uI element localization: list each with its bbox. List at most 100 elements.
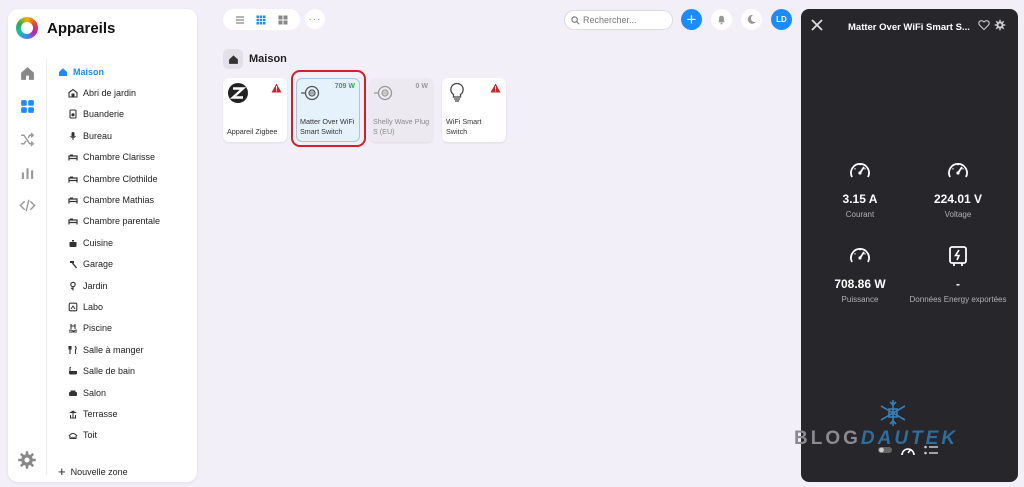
flower-icon: [68, 281, 78, 291]
user-avatar[interactable]: LD: [771, 9, 792, 30]
dark-mode-button[interactable]: [741, 9, 762, 30]
zone-label: Toit: [83, 430, 98, 441]
bed-icon: [68, 152, 78, 162]
settings-gear-icon[interactable]: [994, 19, 1006, 31]
search-icon: [571, 15, 580, 24]
brand: Appareils: [16, 17, 115, 39]
view-mode-toggle: [223, 9, 300, 30]
metric-value: 224.01 V: [933, 192, 983, 206]
warning-icon: [271, 83, 282, 93]
list-tab-icon[interactable]: [923, 443, 939, 457]
device-card-appareil-zigbee[interactable]: Appareil Zigbee: [223, 78, 287, 142]
settings-gear-icon[interactable]: [17, 450, 37, 470]
metric-courant: 3.15 A Courant: [810, 159, 910, 220]
device-name: WiFi Smart Switch: [446, 117, 482, 136]
zone-label: Chambre Mathias: [83, 195, 155, 206]
zone-item-chambre-mathias[interactable]: Chambre Mathias: [58, 189, 160, 210]
code-icon[interactable]: [8, 189, 46, 221]
add-zone-button[interactable]: + Nouvelle zone: [58, 465, 128, 478]
flows-shuffle-icon[interactable]: [8, 123, 46, 155]
add-device-button[interactable]: +: [681, 9, 702, 30]
panel-bottom-tabs: [877, 443, 946, 457]
zone-item-salon[interactable]: Salon: [58, 382, 160, 403]
shed-icon: [68, 88, 78, 98]
roof-icon: [68, 430, 78, 440]
pot-icon: [68, 238, 78, 248]
home-icon: [223, 49, 243, 69]
gauge-tab-icon[interactable]: [900, 443, 916, 457]
metric-label: Puissance: [841, 295, 879, 304]
snowflake-watermark-icon: [880, 400, 906, 426]
small-grid-view-icon[interactable]: [256, 15, 266, 25]
zone-item-chambre-clothilde[interactable]: Chambre Clothilde: [58, 168, 160, 189]
device-card-wifi-smart-switch[interactable]: WiFi Smart Switch: [442, 78, 506, 142]
bell-icon: [718, 15, 725, 25]
zone-label: Buanderie: [83, 109, 125, 120]
device-name: Shelly Wave Plug S (EU): [373, 117, 430, 136]
hammer-icon: [68, 259, 78, 269]
zone-item-cuisine[interactable]: Cuisine: [58, 232, 160, 253]
nav-rail: [8, 57, 46, 222]
zone-item-chambre-parentale[interactable]: Chambre parentale: [58, 211, 160, 232]
devices-grid-icon[interactable]: [8, 90, 46, 122]
zone-label: Chambre Clothilde: [83, 173, 158, 184]
zigbee-icon: [227, 82, 249, 104]
bed-icon: [68, 195, 78, 205]
metric-puissance: 708.86 W Puissance: [810, 244, 910, 305]
panel-title: Matter Over WiFi Smart S...: [848, 22, 970, 33]
more-options-button[interactable]: ···: [305, 9, 325, 29]
terrace-icon: [68, 409, 78, 419]
large-grid-view-icon[interactable]: [278, 15, 288, 25]
zone-label: Terrasse: [83, 408, 118, 419]
app-title: Appareils: [47, 19, 116, 37]
zone-item-abri-de-jardin[interactable]: Abri de jardin: [58, 82, 160, 103]
zone-item-piscine[interactable]: Piscine: [58, 318, 160, 339]
search-input[interactable]: [583, 15, 668, 25]
ellipsis-icon: ···: [308, 13, 322, 25]
cutlery-icon: [68, 345, 78, 355]
metric-voltage: 224.01 V Voltage: [908, 159, 1008, 220]
zone-label: Bureau: [83, 130, 113, 141]
zone-item-salle-de-bain[interactable]: Salle de bain: [58, 360, 160, 381]
zone-item-chambre-clarisse[interactable]: Chambre Clarisse: [58, 147, 160, 168]
home-icon[interactable]: [8, 57, 46, 89]
washer-icon: [68, 109, 78, 120]
zone-item-labo[interactable]: Labo: [58, 296, 160, 317]
metric-value: 708.86 W: [834, 277, 886, 291]
insights-chart-icon[interactable]: [8, 156, 46, 188]
zone-label: Salon: [83, 387, 107, 398]
notifications-button[interactable]: [711, 9, 732, 30]
home-icon: [58, 67, 68, 77]
metric-label: Voltage: [944, 210, 972, 219]
gauge-icon: [850, 163, 870, 178]
zone-item-toit[interactable]: Toit: [58, 425, 160, 446]
metric-value: 3.15 A: [842, 192, 878, 206]
zone-item-terrasse[interactable]: Terrasse: [58, 403, 160, 424]
zone-label: Chambre parentale: [83, 216, 161, 227]
zone-label: Salle de bain: [83, 366, 136, 377]
zone-label: Jardin: [83, 280, 108, 291]
toggle-icon[interactable]: [877, 443, 893, 457]
favorite-heart-icon[interactable]: [978, 19, 990, 31]
device-card-shelly-wave-plug-s[interactable]: 0 W Shelly Wave Plug S (EU): [369, 78, 433, 142]
metric-energy-exported: - Données Energy exportées: [908, 244, 1008, 305]
zone-item-maison[interactable]: Maison: [58, 61, 160, 82]
zone-item-bureau[interactable]: Bureau: [58, 125, 160, 146]
zone-item-jardin[interactable]: Jardin: [58, 275, 160, 296]
close-icon[interactable]: [810, 18, 824, 32]
zone-item-buanderie[interactable]: Buanderie: [58, 104, 160, 125]
zone-label: Maison: [73, 66, 105, 77]
sofa-icon: [68, 388, 78, 398]
zone-label: Piscine: [83, 323, 113, 334]
zone-header: Maison: [223, 49, 287, 69]
metric-label: Données Energy exportées: [909, 295, 1007, 304]
zone-item-salle-a-manger[interactable]: Salle à manger: [58, 339, 160, 360]
zone-item-garage[interactable]: Garage: [58, 254, 160, 275]
app-logo: [16, 17, 38, 39]
zone-label: Labo: [83, 301, 104, 312]
plug-icon: [373, 82, 395, 104]
lab-icon: [68, 302, 78, 312]
zone-list: Maison Abri de jardin Buanderie Bureau C…: [58, 61, 160, 446]
list-view-icon[interactable]: [235, 15, 245, 25]
plus-icon: +: [58, 464, 66, 479]
